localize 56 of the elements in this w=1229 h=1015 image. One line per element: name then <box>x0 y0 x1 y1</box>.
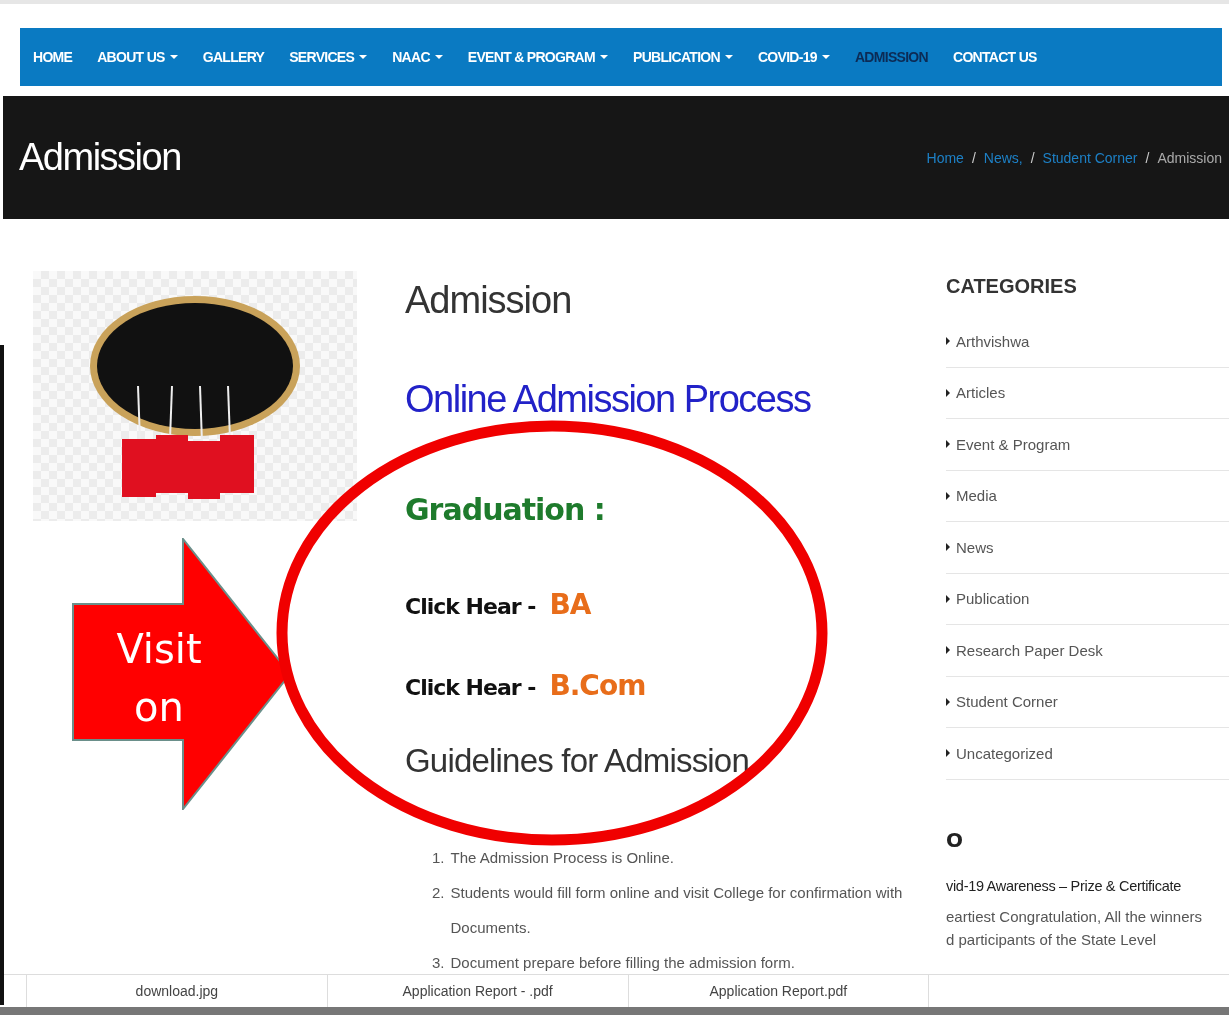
caret-icon <box>946 697 950 706</box>
category-link[interactable]: News <box>946 522 1229 574</box>
list-number: 2. <box>432 883 445 903</box>
category-link[interactable]: Student Corner <box>946 676 1229 728</box>
nav-link[interactable]: GALLERY <box>202 49 265 65</box>
breadcrumb-separator: / <box>1030 149 1035 166</box>
guideline-text: Students would fill form online and visit College for confirmation with Documents. <box>450 883 904 938</box>
breadcrumb-separator: / <box>1145 149 1150 166</box>
nav-link[interactable]: ADMISSION <box>854 49 928 65</box>
breadcrumb-current: Admission <box>1157 149 1222 166</box>
guideline-text: The Admission Process is Online. <box>450 848 674 868</box>
list-number: 1. <box>432 848 445 868</box>
list-number: 3. <box>432 953 445 973</box>
breadcrumb-link[interactable]: Home <box>926 149 964 166</box>
breadcrumb-link[interactable]: News, <box>983 149 1023 166</box>
nav-link[interactable]: NAAC <box>392 49 443 65</box>
caret-icon <box>946 646 950 655</box>
caret-icon <box>946 491 950 500</box>
breadcrumb-link[interactable]: Student Corner <box>1042 149 1138 166</box>
post-excerpt: d participants of the State Level <box>946 930 1158 948</box>
course-link[interactable]: B.Com <box>549 669 646 702</box>
nav-link[interactable]: COVID-19 <box>757 49 830 65</box>
callout-text: Visit on <box>115 625 203 732</box>
guideline-text: Document prepare before filling the admission form. <box>450 953 795 973</box>
category-link[interactable]: Arthvishwa <box>946 316 1229 368</box>
nav-link[interactable]: HOME <box>33 49 73 65</box>
section-heading: Guidelines for Admission <box>405 742 750 780</box>
nav-link[interactable]: EVENT & PROGRAM <box>467 49 608 65</box>
category-link[interactable]: Publication <box>946 573 1229 625</box>
post-excerpt: eartiest Congratulation, All the winners <box>946 907 1203 925</box>
section-heading: Online Admission Process <box>405 378 812 421</box>
nav-link[interactable]: ABOUT US <box>97 49 178 65</box>
breadcrumb-separator: / <box>971 149 976 166</box>
section-heading: Graduation : <box>405 492 606 527</box>
category-link[interactable]: Event & Program <box>946 419 1229 471</box>
category-link[interactable]: Articles <box>946 367 1229 419</box>
course-link[interactable]: BA <box>549 588 591 621</box>
caret-icon <box>946 337 950 346</box>
caret-icon <box>946 440 950 449</box>
category-link[interactable]: Uncategorized <box>946 728 1229 780</box>
caret-icon <box>946 388 950 397</box>
nav-link[interactable]: SERVICES <box>289 49 368 65</box>
caret-icon <box>946 594 950 603</box>
article-title: Admission <box>405 279 573 322</box>
link-prefix: Click Hear - <box>405 594 536 619</box>
category-link[interactable]: Research Paper Desk <box>946 625 1229 677</box>
nav-link[interactable]: CONTACT US <box>952 49 1037 65</box>
link-prefix: Click Hear - <box>405 675 536 700</box>
category-link[interactable]: Media <box>946 470 1229 522</box>
sidebar-heading: CATEGORIES <box>946 275 1078 298</box>
sidebar-heading: O <box>946 827 964 852</box>
post-link[interactable]: vid-19 Awareness – Prize & Certificate <box>946 877 1229 894</box>
caret-icon <box>946 749 950 758</box>
nav-link[interactable]: PUBLICATION <box>633 49 733 65</box>
page-title: Admission <box>19 136 181 179</box>
caret-icon <box>946 543 950 552</box>
